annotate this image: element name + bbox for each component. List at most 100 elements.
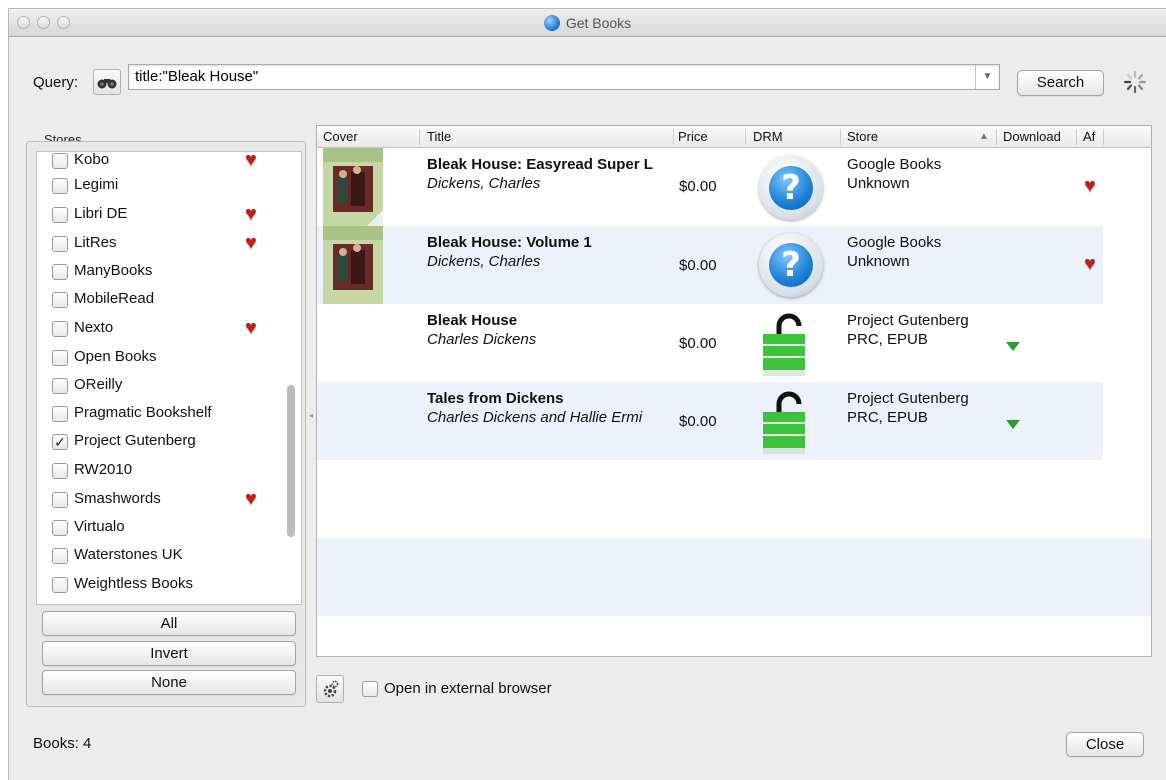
store-item-smashwords[interactable]: Smashwords ♥ (37, 486, 287, 514)
store-checkbox[interactable] (52, 321, 68, 337)
splitter-handle-icon[interactable]: ◂ (309, 411, 313, 420)
drm-unknown-icon: ? (759, 233, 823, 297)
store-item-rw2010[interactable]: RW2010 (37, 457, 287, 485)
store-name: Google Books (847, 234, 942, 251)
column-header-affiliate[interactable]: Af (1083, 129, 1095, 144)
select-all-stores-button[interactable]: All (42, 611, 296, 636)
book-title: Tales from Dickens (427, 390, 564, 407)
globe-icon (543, 15, 560, 31)
chevron-down-icon: ▼ (982, 71, 993, 82)
store-item-nexto[interactable]: Nexto ♥ (37, 315, 287, 343)
store-checkbox[interactable] (52, 406, 68, 422)
advanced-search-button[interactable] (93, 69, 121, 95)
download-arrow-icon[interactable] (1006, 420, 1020, 429)
affiliate-heart-icon: ♥ (1084, 175, 1096, 197)
store-checkbox[interactable] (52, 292, 68, 308)
external-browser-checkbox[interactable] (362, 681, 378, 697)
store-name: Open Books (74, 348, 157, 365)
store-checkbox[interactable] (52, 153, 68, 169)
book-cover-image (323, 226, 383, 304)
store-name: Legimi (74, 176, 119, 193)
book-author: Dickens, Charles (427, 175, 541, 192)
store-checkbox[interactable] (52, 577, 68, 593)
column-separator (419, 129, 420, 145)
download-arrow-icon[interactable] (1006, 342, 1020, 351)
column-separator (673, 129, 674, 145)
search-button[interactable]: Search (1017, 70, 1104, 96)
store-item-pragmatic-bookshelf[interactable]: Pragmatic Bookshelf (37, 400, 287, 428)
store-name: ManyBooks (74, 262, 153, 279)
store-item-virtualo[interactable]: Virtualo (37, 514, 287, 542)
store-name: Smashwords (74, 490, 161, 507)
column-separator (1076, 129, 1077, 145)
store-checkbox[interactable] (52, 492, 68, 508)
affiliate-heart-icon: ♥ (245, 488, 257, 510)
store-item-project-gutenberg[interactable]: ✓ Project Gutenberg (37, 428, 287, 456)
store-formats: PRC, EPUB (847, 331, 928, 348)
store-checkbox[interactable] (52, 350, 68, 366)
column-header-title[interactable]: Title (427, 129, 451, 144)
close-button[interactable]: Close (1066, 732, 1144, 757)
column-header-store[interactable]: Store (847, 129, 878, 144)
book-author: Charles Dickens (427, 331, 537, 348)
book-price: $0.00 (679, 413, 717, 430)
book-author: Charles Dickens and Hallie Ermi (427, 409, 643, 426)
invert-stores-button[interactable]: Invert (42, 641, 296, 666)
configure-button[interactable] (316, 675, 344, 703)
affiliate-heart-icon: ♥ (245, 232, 257, 254)
store-item-waterstones-uk[interactable]: Waterstones UK (37, 542, 287, 570)
book-title: Bleak House: Easyread Super L (427, 156, 653, 173)
books-label: Books: (33, 735, 79, 752)
gear-icon (323, 680, 339, 698)
store-item-oreilly[interactable]: OReilly (37, 372, 287, 400)
table-row[interactable]: Bleak House Charles Dickens $0.00 Projec… (317, 304, 1103, 382)
store-name: Virtualo (74, 518, 125, 535)
store-name: LitRes (74, 234, 117, 251)
column-header-price[interactable]: Price (678, 129, 708, 144)
affiliate-heart-icon: ♥ (245, 203, 257, 225)
query-combobox[interactable]: ▼ (128, 64, 1000, 90)
store-checkbox[interactable] (52, 207, 68, 223)
store-name: Nexto (74, 319, 114, 336)
drm-unlocked-icon (763, 313, 805, 376)
table-row[interactable]: Bleak House: Volume 1 Dickens, Charles $… (317, 226, 1103, 304)
affiliate-heart-icon: ♥ (1084, 253, 1096, 275)
book-cover-image (323, 148, 383, 226)
store-checkbox[interactable] (52, 520, 68, 536)
column-header-download[interactable]: Download (1003, 129, 1061, 144)
query-dropdown-button[interactable]: ▼ (975, 65, 999, 89)
store-item-weightless-books[interactable]: Weightless Books (37, 571, 287, 599)
sort-ascending-icon: ▲ (979, 131, 989, 142)
results-table[interactable]: Cover Title Price DRM Store ▲ Download A… (316, 125, 1152, 657)
window-title-text: Get Books (565, 15, 632, 31)
store-checkbox[interactable] (52, 178, 68, 194)
store-formats: PRC, EPUB (847, 409, 928, 426)
store-checkbox[interactable] (52, 378, 68, 394)
store-list[interactable]: Kobo ♥ Legimi Libri DE ♥ LitRes ♥ ManyBooks… (36, 151, 302, 605)
store-checkbox-checked[interactable]: ✓ (52, 434, 68, 450)
window-title: Get Books (9, 15, 1166, 31)
store-checkbox[interactable] (52, 548, 68, 564)
store-name: Project Gutenberg (847, 312, 969, 329)
store-formats: Unknown (847, 175, 910, 192)
column-header-cover[interactable]: Cover (323, 129, 358, 144)
drm-unknown-icon: ? (759, 156, 823, 220)
query-input[interactable] (129, 65, 959, 88)
store-item-libri-de[interactable]: Libri DE ♥ (37, 201, 287, 229)
table-row[interactable]: Bleak House: Easyread Super L Dickens, C… (317, 148, 1103, 226)
store-item-manybooks[interactable]: ManyBooks (37, 258, 287, 286)
table-row[interactable]: Tales from Dickens Charles Dickens and H… (317, 382, 1103, 460)
column-header-drm[interactable]: DRM (753, 129, 783, 144)
store-item-mobileread[interactable]: MobileRead (37, 286, 287, 314)
store-name: Project Gutenberg (74, 432, 196, 449)
store-item-litres[interactable]: LitRes ♥ (37, 230, 287, 258)
table-header: Cover Title Price DRM Store ▲ Download A… (317, 126, 1151, 148)
store-checkbox[interactable] (52, 264, 68, 280)
select-none-stores-button[interactable]: None (42, 670, 296, 695)
store-item-open-books[interactable]: Open Books (37, 344, 287, 372)
store-checkbox[interactable] (52, 236, 68, 252)
store-list-scrollbar[interactable] (287, 385, 295, 537)
loading-spinner-icon (1123, 70, 1147, 94)
store-checkbox[interactable] (52, 463, 68, 479)
store-item-legimi[interactable]: Legimi (37, 172, 287, 200)
